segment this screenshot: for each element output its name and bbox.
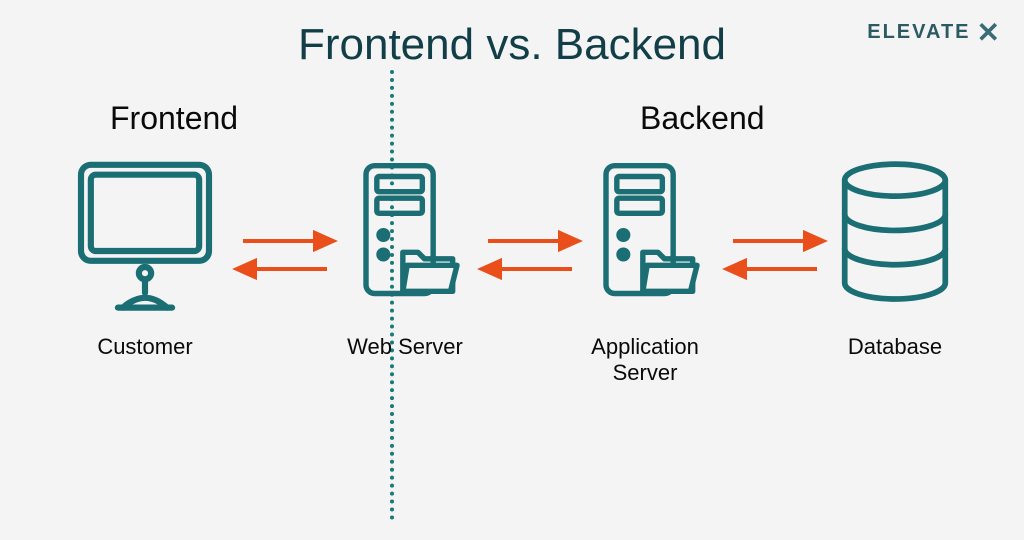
section-label-frontend: Frontend (110, 100, 238, 137)
arrow-left-icon (482, 261, 572, 277)
node-database-label: Database (810, 334, 980, 360)
arrow-left-icon (237, 261, 327, 277)
arrow-right-icon (243, 233, 333, 249)
node-customer-label: Customer (60, 334, 230, 360)
flow-webserver-appserver (470, 225, 590, 285)
diagram-title: Frontend vs. Backend (0, 20, 1024, 70)
arrow-right-icon (488, 233, 578, 249)
node-application-server-label: Application Server (560, 334, 730, 386)
database-icon (825, 155, 965, 315)
arrow-left-icon (727, 261, 817, 277)
node-web-server-label: Web Server (320, 334, 490, 360)
flow-customer-webserver (225, 225, 345, 285)
section-label-backend: Backend (640, 100, 765, 137)
node-customer: Customer (60, 155, 230, 360)
monitor-icon (70, 155, 220, 315)
flow-appserver-database (715, 225, 835, 285)
arrow-right-icon (733, 233, 823, 249)
node-web-server: Web Server (320, 155, 490, 360)
node-database: Database (810, 155, 980, 360)
server-icon (580, 155, 710, 315)
server-icon (340, 155, 470, 315)
